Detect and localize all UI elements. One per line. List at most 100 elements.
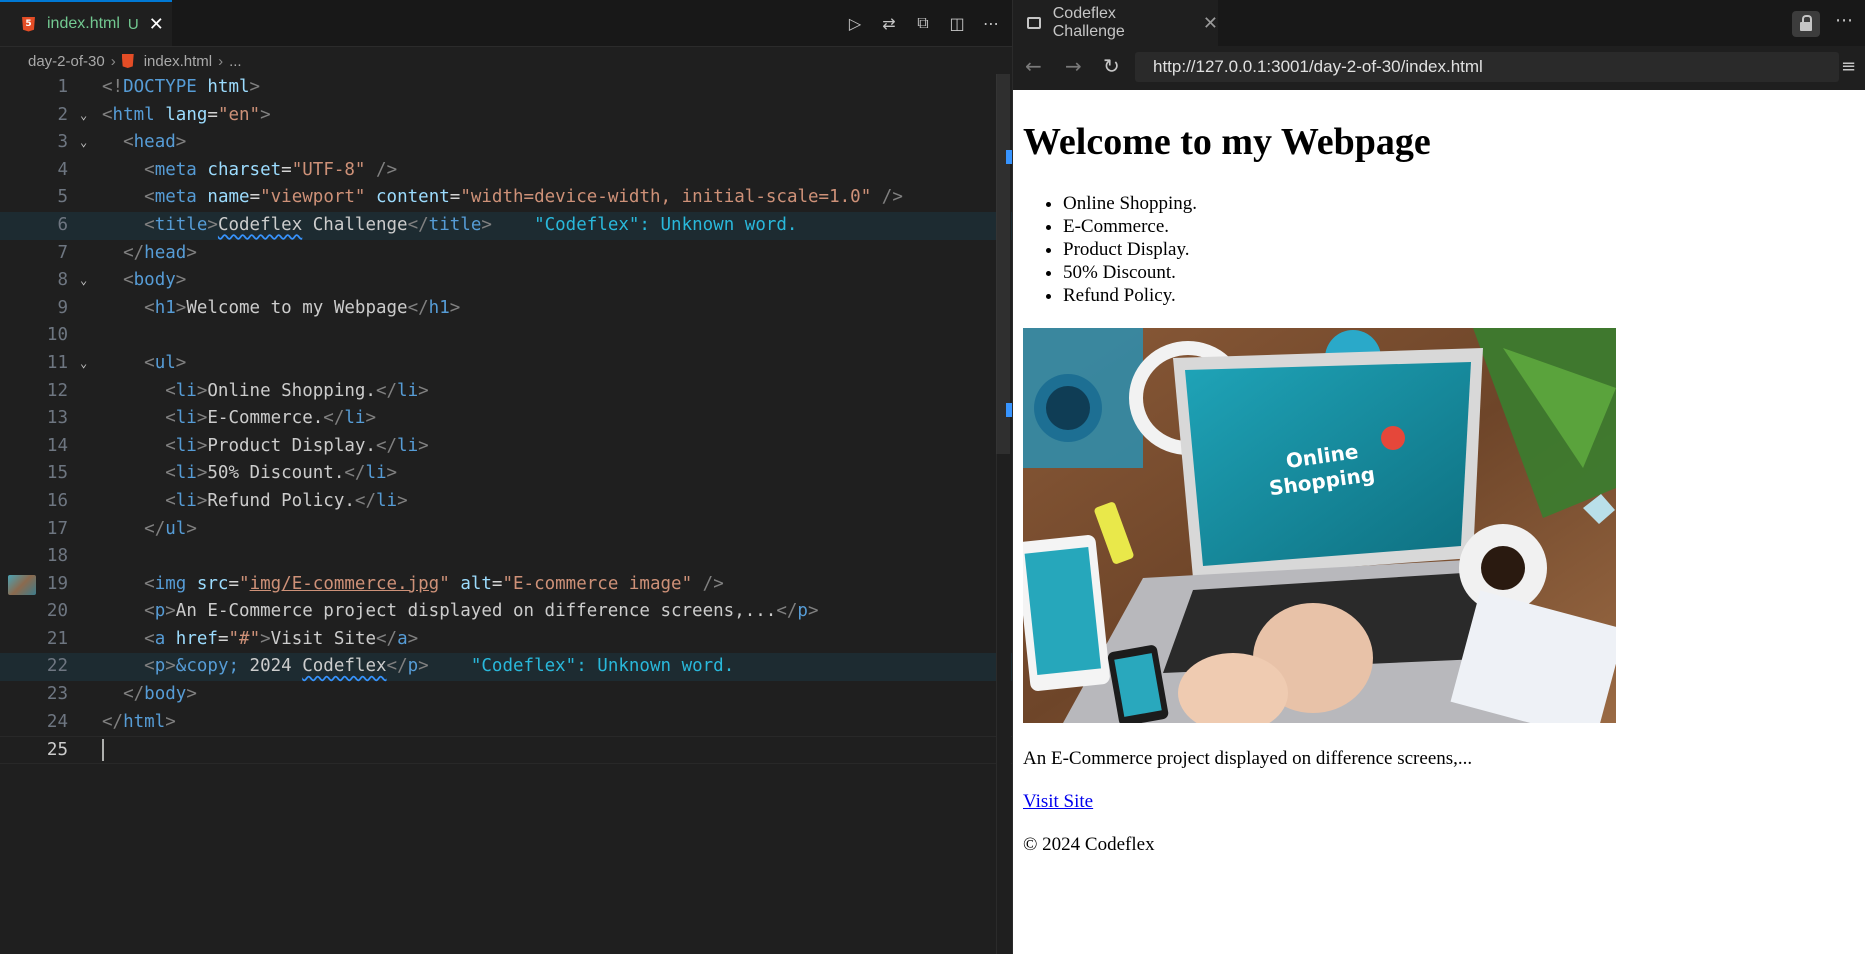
line-number: 16 [46,490,68,511]
code-line: 14 <li>Product Display.</li> [0,433,1012,461]
tab-codeflex-challenge[interactable]: Codeflex Challenge ✕ [1013,0,1218,46]
spelling-diagnostic: "Codeflex": Unknown word. [470,656,735,677]
chevron-right-icon: › [110,52,116,70]
code-line: 5 <meta name="viewport" content="width=d… [0,184,1012,212]
browser-tab-bar: Codeflex Challenge ✕ ⋯ [1013,0,1865,46]
browser-page-icon [1027,17,1041,29]
code-line: 2 ⌄ <html lang="en"> [0,102,1012,130]
code-line-current: 25 [0,736,1012,764]
list-item: Refund Policy. [1063,284,1197,307]
chevron-right-icon: › [218,52,224,70]
hamburger-menu-icon[interactable]: ≡ [1841,56,1856,77]
code-line: 21 <a href="#">Visit Site</a> [0,626,1012,654]
list-item: E-Commerce. [1063,215,1197,238]
line-number: 21 [46,628,68,649]
overview-ruler-marker [1006,150,1012,164]
line-number: 11 [46,352,68,373]
line-number: 20 [46,601,68,622]
web-page: Welcome to my Webpage Online Shopping. E… [1013,90,1865,954]
code-line: 4 <meta charset="UTF-8" /> [0,157,1012,185]
html5-icon [121,54,134,68]
feature-list: Online Shopping. E-Commerce. Product Dis… [1023,192,1197,307]
line-number: 10 [46,325,68,346]
more-actions-icon[interactable]: ⋯ [980,12,1002,34]
run-icon[interactable]: ▷ [844,12,866,34]
line-number: 2 [57,104,68,125]
back-arrow-icon[interactable]: ← [1025,54,1042,78]
more-actions-icon[interactable]: ⋯ [1835,10,1853,31]
lock-button[interactable] [1792,11,1820,37]
close-icon[interactable]: ✕ [149,14,164,35]
line-number: 8 [57,270,68,291]
chevron-down-icon[interactable]: ⌄ [80,102,87,130]
code-line: 6 <title>Codeflex Challenge</title> "Cod… [0,211,1012,240]
split-editor-icon[interactable]: ◫ [946,12,968,34]
breadcrumb-symbol[interactable]: ... [229,53,242,70]
chevron-down-icon[interactable]: ⌄ [80,350,87,378]
code-line: 1 <!DOCTYPE html> [0,74,1012,102]
overview-ruler-marker [1006,403,1012,417]
ecommerce-image: Online Shopping [1023,328,1616,723]
list-item: 50% Discount. [1063,261,1197,284]
line-number: 4 [57,159,68,180]
compare-changes-icon[interactable]: ⇄ [878,12,900,34]
code-area[interactable]: 1 <!DOCTYPE html> 2 ⌄ <html lang="en"> 3 ⌄ <… [0,74,1012,764]
editor-tab-bar: 5 index.html U ✕ ▷ ⇄ ⧉ ◫ ⋯ [0,0,1012,47]
code-line: 18 [0,543,1012,571]
scrollbar-thumb[interactable] [996,74,1010,454]
breadcrumb: day-2-of-30 › index.html › ... [28,50,242,72]
editor-actions: ▷ ⇄ ⧉ ◫ ⋯ [844,12,1002,34]
close-icon[interactable]: ✕ [1203,13,1218,34]
browser-tab-title: Codeflex Challenge [1052,5,1125,40]
code-line: 15 <li>50% Discount.</li> [0,460,1012,488]
spelling-diagnostic: "Codeflex": Unknown word. [534,214,798,235]
tab-index-html[interactable]: 5 index.html U ✕ [0,0,172,46]
ecommerce-illustration: Online Shopping [1023,328,1616,723]
code-line: 11 ⌄ <ul> [0,350,1012,378]
line-number: 9 [57,297,68,318]
line-number: 13 [46,408,68,429]
line-number: 5 [57,187,68,208]
line-number: 24 [46,711,68,732]
code-line: 10 [0,322,1012,350]
line-number: 1 [57,77,68,97]
code-line: 20 <p>An E-Commerce project displayed on… [0,598,1012,626]
line-number: 12 [46,380,68,401]
tab-git-status: U [127,15,139,33]
tab-filename: index.html [47,15,120,32]
code-line: 7 </head> [0,240,1012,268]
lock-icon [1800,14,1812,31]
chevron-down-icon[interactable]: ⌄ [80,129,87,157]
open-preview-icon[interactable]: ⧉ [912,12,934,34]
line-number: 18 [46,546,68,567]
breadcrumb-file[interactable]: index.html [144,53,212,70]
code-line: 22 <p>&copy; 2024 Codeflex</p> "Codeflex… [0,653,1012,682]
project-description: An E-Commerce project displayed on diffe… [1023,748,1473,769]
html5-icon: 5 [22,16,35,32]
browser-preview: Codeflex Challenge ✕ ⋯ ← → ↻ http://127.… [1013,0,1865,954]
line-number: 22 [46,656,68,677]
reload-icon[interactable]: ↻ [1103,54,1120,78]
visit-site-link[interactable]: Visit Site [1023,791,1093,813]
code-line: 19 <img src="img/E-commerce.jpg" alt="E-… [0,571,1012,599]
line-number: 25 [46,740,68,761]
line-number: 14 [46,435,68,456]
list-item: Online Shopping. [1063,192,1197,215]
line-number: 6 [57,214,68,235]
url-input[interactable]: http://127.0.0.1:3001/day-2-of-30/index.… [1135,52,1839,82]
code-line: 23 </body> [0,681,1012,709]
line-number: 23 [46,684,68,705]
code-line: 13 <li>E-Commerce.</li> [0,405,1012,433]
code-line: 12 <li>Online Shopping.</li> [0,378,1012,406]
chevron-down-icon[interactable]: ⌄ [80,267,87,295]
forward-arrow-icon[interactable]: → [1065,54,1082,78]
line-number: 19 [46,573,68,594]
code-editor: 5 index.html U ✕ ▷ ⇄ ⧉ ◫ ⋯ day-2-of-30 ›… [0,0,1013,954]
line-number: 7 [57,242,68,263]
code-line: 16 <li>Refund Policy.</li> [0,488,1012,516]
code-line: 24 </html> [0,709,1012,737]
code-line: 3 ⌄ <head> [0,129,1012,157]
breadcrumb-folder[interactable]: day-2-of-30 [28,53,105,70]
copyright-text: © 2024 Codeflex [1023,834,1155,855]
page-heading: Welcome to my Webpage [1023,121,1431,163]
